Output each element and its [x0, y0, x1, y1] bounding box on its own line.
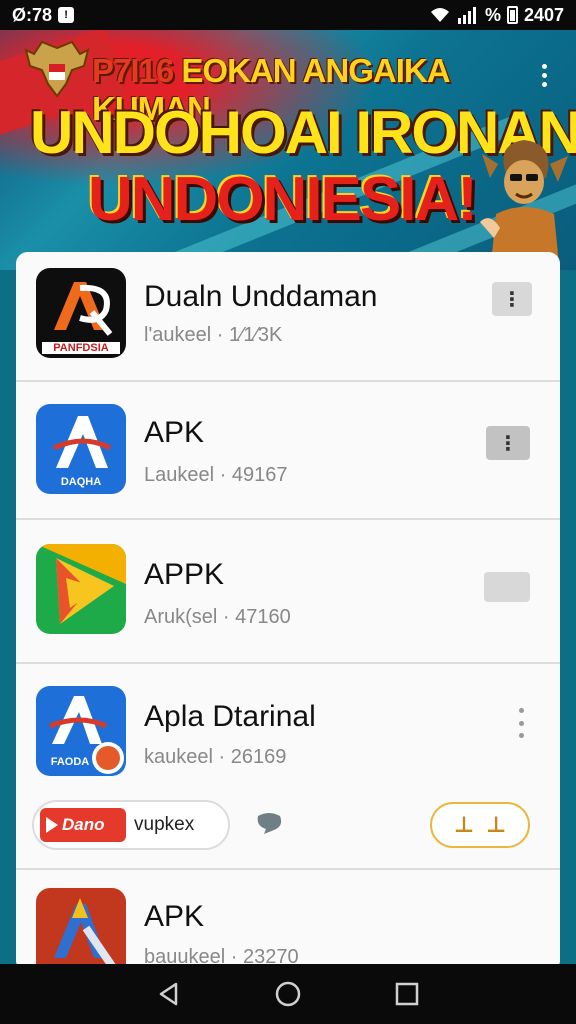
- app-icon-blue-a2: FAODA: [36, 686, 126, 776]
- app-icon-blue-a: DAQHA: [36, 404, 126, 494]
- video-play-icon: Dano: [40, 808, 126, 842]
- chat-bubble-icon[interactable]: [254, 812, 284, 836]
- app-icon-red-a: PANFDSIA: [36, 268, 126, 358]
- more-button[interactable]: ⋮: [492, 282, 532, 316]
- status-bar: Ø:78 ! % 2407: [0, 0, 576, 30]
- more-button[interactable]: ⋮: [486, 426, 530, 460]
- system-nav-bar: [0, 964, 576, 1024]
- app-name: Dualn Unddaman: [144, 280, 378, 313]
- signal-icon: [457, 7, 476, 24]
- app-icon-label: DAQHA: [60, 476, 102, 488]
- mascot-illustration: [480, 140, 568, 270]
- status-time: Ø:78: [12, 4, 53, 25]
- video-chip[interactable]: Dano vupkex: [32, 800, 230, 850]
- app-icon-label: FAODA: [50, 756, 90, 768]
- app-name: APK: [144, 900, 205, 933]
- garuda-emblem-icon: [24, 40, 90, 98]
- list-item[interactable]: PANFDSIA Dualn Unddaman l'aukeel · 1⁄1⁄3…: [16, 252, 560, 382]
- list-item[interactable]: APPK Aruk(sel · 47160: [16, 520, 560, 664]
- battery-percent: %: [484, 4, 501, 25]
- app-icon-play: [36, 544, 126, 634]
- list-item[interactable]: DAQHA APK Laukeel · 49167 ⋮: [16, 382, 560, 520]
- list-item[interactable]: APK bauukeel · 23270: [16, 870, 560, 972]
- overflow-menu-icon[interactable]: [534, 60, 554, 90]
- app-name: Apla Dtarinal: [144, 700, 316, 733]
- more-vert-icon[interactable]: [516, 708, 526, 738]
- app-meta: kaukeel · 26169: [144, 746, 287, 768]
- app-meta: Laukeel · 49167: [144, 464, 288, 486]
- promo-banner[interactable]: P7I16 EOKAN ANGAIKA KUMAN UNDOHOAI IRONA…: [0, 30, 576, 270]
- app-meta: l'aukeel · 1⁄1⁄3K: [144, 324, 283, 346]
- notification-icon: !: [58, 7, 75, 23]
- list-item[interactable]: FAODA Apla Dtarinal kaukeel · 26169 Dano…: [16, 664, 560, 870]
- home-icon[interactable]: [275, 981, 301, 1007]
- app-meta: Aruk(sel · 47160: [144, 606, 291, 628]
- app-name: APK: [144, 416, 205, 449]
- app-icon-wrench-a: [36, 888, 126, 972]
- app-icon-label: PANFDSIA: [42, 342, 120, 354]
- battery-icon: [506, 6, 518, 24]
- action-button[interactable]: [484, 572, 530, 602]
- status-clock: 2407: [523, 4, 564, 25]
- banner-headline-3: UNDONIESIA!: [88, 165, 478, 234]
- install-pill-button[interactable]: ⊥ ⊥: [430, 802, 530, 848]
- wifi-icon: [430, 8, 449, 22]
- recents-icon[interactable]: [394, 981, 420, 1007]
- video-chip-label: vupkex: [134, 814, 195, 835]
- app-name: APPK: [144, 558, 225, 591]
- back-icon[interactable]: [156, 981, 182, 1007]
- app-list: PANFDSIA Dualn Unddaman l'aukeel · 1⁄1⁄3…: [16, 252, 560, 972]
